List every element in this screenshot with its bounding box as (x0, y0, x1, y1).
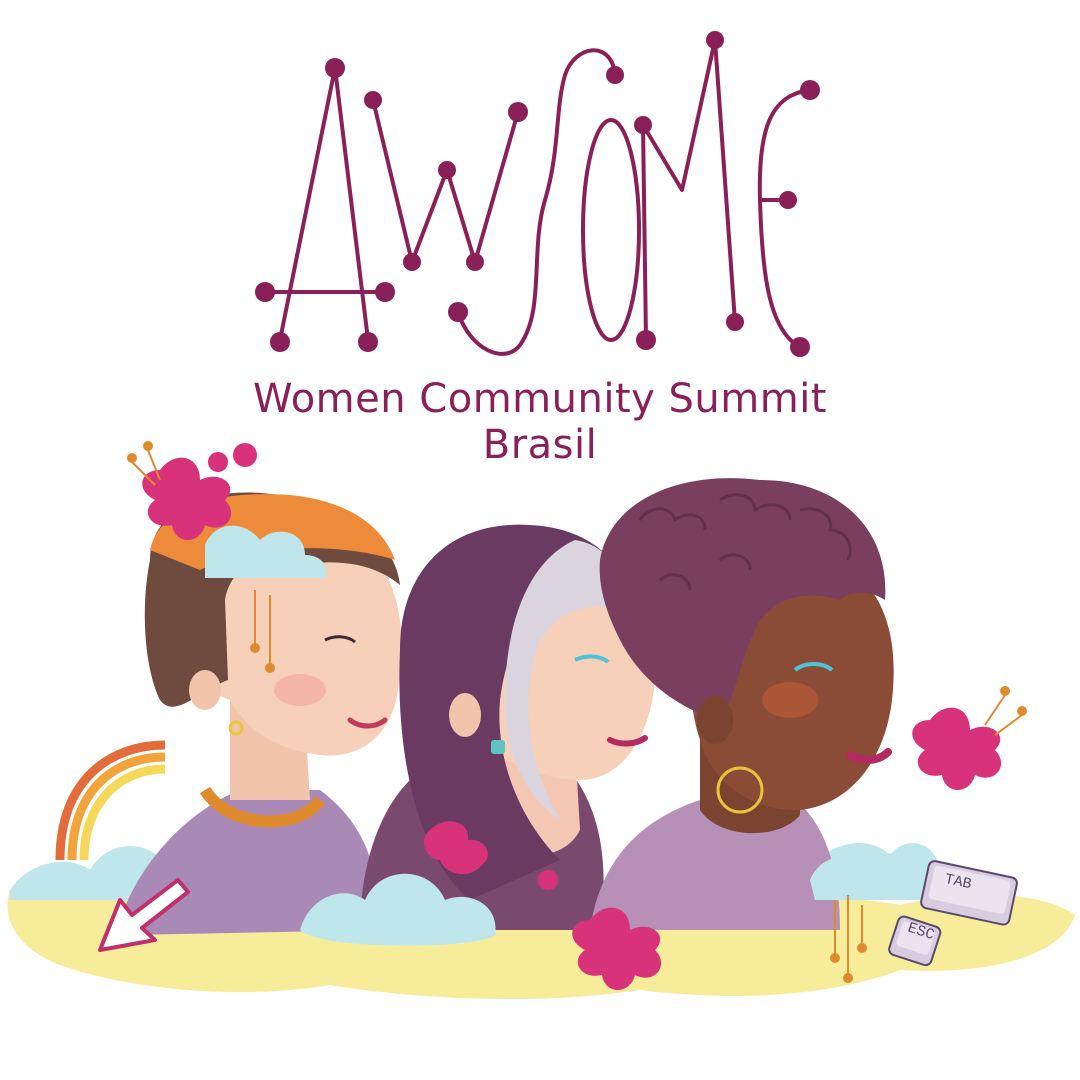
illustration: TAB ESC (7, 441, 1075, 1000)
rainbow-icon (55, 740, 166, 861)
person-left (120, 492, 402, 935)
poster: Women Community Summit Brasil TAB ESC (0, 0, 1080, 1080)
